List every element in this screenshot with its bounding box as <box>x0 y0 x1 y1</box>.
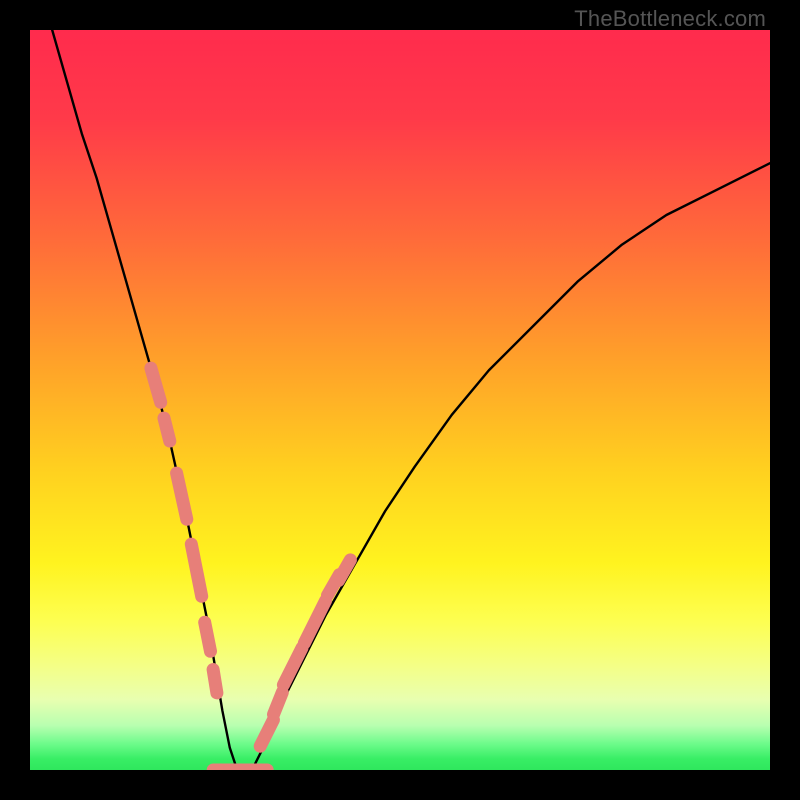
data-marker <box>260 720 273 746</box>
data-marker <box>151 368 161 402</box>
data-marker <box>205 622 211 651</box>
plot-area <box>30 30 770 770</box>
data-marker <box>283 648 302 685</box>
watermark-text: TheBottleneck.com <box>574 6 766 32</box>
data-marker <box>213 670 217 693</box>
data-marker <box>274 692 283 714</box>
chart-frame: TheBottleneck.com <box>0 0 800 800</box>
data-marker <box>177 473 187 519</box>
data-marker <box>164 418 170 441</box>
data-marker <box>191 544 201 596</box>
curve-layer <box>30 30 770 770</box>
